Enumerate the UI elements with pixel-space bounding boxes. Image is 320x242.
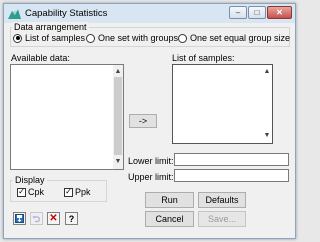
upper-limit-field[interactable] (174, 169, 289, 182)
checkbox-label: Ppk (75, 187, 91, 197)
available-data-scrollbar[interactable]: ▲ ▼ (113, 65, 123, 169)
available-data-list[interactable]: ▲ ▼ (10, 64, 124, 170)
undo-button (30, 212, 43, 225)
chart-mountain-icon (8, 9, 21, 19)
list-of-samples-label: List of samples: (172, 53, 235, 63)
radio-button[interactable] (86, 33, 95, 43)
cancel-button[interactable]: Cancel (145, 211, 194, 227)
scroll-up-icon[interactable]: ▲ (113, 67, 123, 77)
data-arrangement-label: Data arrangement (12, 22, 89, 32)
scroll-down-icon[interactable]: ▼ (262, 131, 272, 141)
close-icon: ✕ (276, 7, 283, 17)
capability-statistics-dialog: Capability Statistics – □ ✕ Data arrange… (3, 3, 296, 239)
save-button: Save... (198, 211, 246, 227)
check-mark-icon: ✓ (65, 187, 72, 196)
save-label: Save... (207, 214, 236, 224)
help-icon: ? (68, 213, 75, 224)
radio-button[interactable] (13, 33, 22, 43)
defaults-button[interactable]: Defaults (198, 192, 246, 208)
list-of-samples-list[interactable]: ▲ ▼ (172, 64, 273, 144)
run-label: Run (161, 195, 178, 205)
undo-icon (32, 215, 40, 223)
lower-limit-label: Lower limit: (128, 156, 174, 166)
ppk-checkbox[interactable]: ✓ Ppk (64, 187, 91, 197)
close-button[interactable]: ✕ (267, 6, 292, 19)
defaults-label: Defaults (205, 195, 239, 205)
transfer-button[interactable]: -> (129, 114, 157, 128)
scroll-thumb[interactable] (114, 77, 122, 155)
run-button[interactable]: Run (145, 192, 194, 208)
minimize-button[interactable]: – (229, 6, 247, 19)
save-to-file-button[interactable] (13, 212, 26, 225)
radio-label: One set with groups (98, 33, 179, 43)
radio-label: One set equal group size (190, 33, 291, 43)
checkbox-label: Cpk (28, 187, 45, 197)
maximize-button[interactable]: □ (248, 6, 266, 19)
scroll-down-icon[interactable]: ▼ (113, 157, 123, 167)
radio-button[interactable] (178, 33, 187, 43)
clear-icon: ✕ (49, 213, 58, 224)
checkbox-box[interactable]: ✓ (17, 187, 26, 197)
clear-button[interactable]: ✕ (47, 212, 60, 225)
radio-list-of-samples[interactable]: List of samples (13, 33, 85, 43)
transfer-label: -> (138, 116, 148, 126)
help-button[interactable]: ? (65, 212, 78, 225)
checkbox-box[interactable]: ✓ (64, 187, 73, 197)
upper-limit-label: Upper limit: (128, 172, 174, 182)
available-data-label: Available data: (11, 53, 70, 63)
list-of-samples-scrollbar[interactable]: ▲ ▼ (262, 65, 272, 143)
title-bar[interactable]: Capability Statistics – □ ✕ (4, 4, 295, 23)
cancel-label: Cancel (155, 214, 184, 224)
window-title: Capability Statistics (25, 8, 108, 19)
lower-limit-field[interactable] (174, 153, 289, 166)
save-to-file-icon (15, 214, 24, 223)
maximize-icon: □ (254, 7, 260, 17)
radio-label: List of samples (25, 33, 86, 43)
display-label: Display (13, 175, 47, 185)
minimize-icon: – (235, 7, 241, 17)
radio-one-set-with-groups[interactable]: One set with groups (86, 33, 178, 43)
radio-one-set-equal-group-size[interactable]: One set equal group size (178, 33, 290, 43)
check-mark-icon: ✓ (18, 187, 25, 196)
cpk-checkbox[interactable]: ✓ Cpk (17, 187, 44, 197)
scroll-up-icon[interactable]: ▲ (262, 67, 272, 77)
